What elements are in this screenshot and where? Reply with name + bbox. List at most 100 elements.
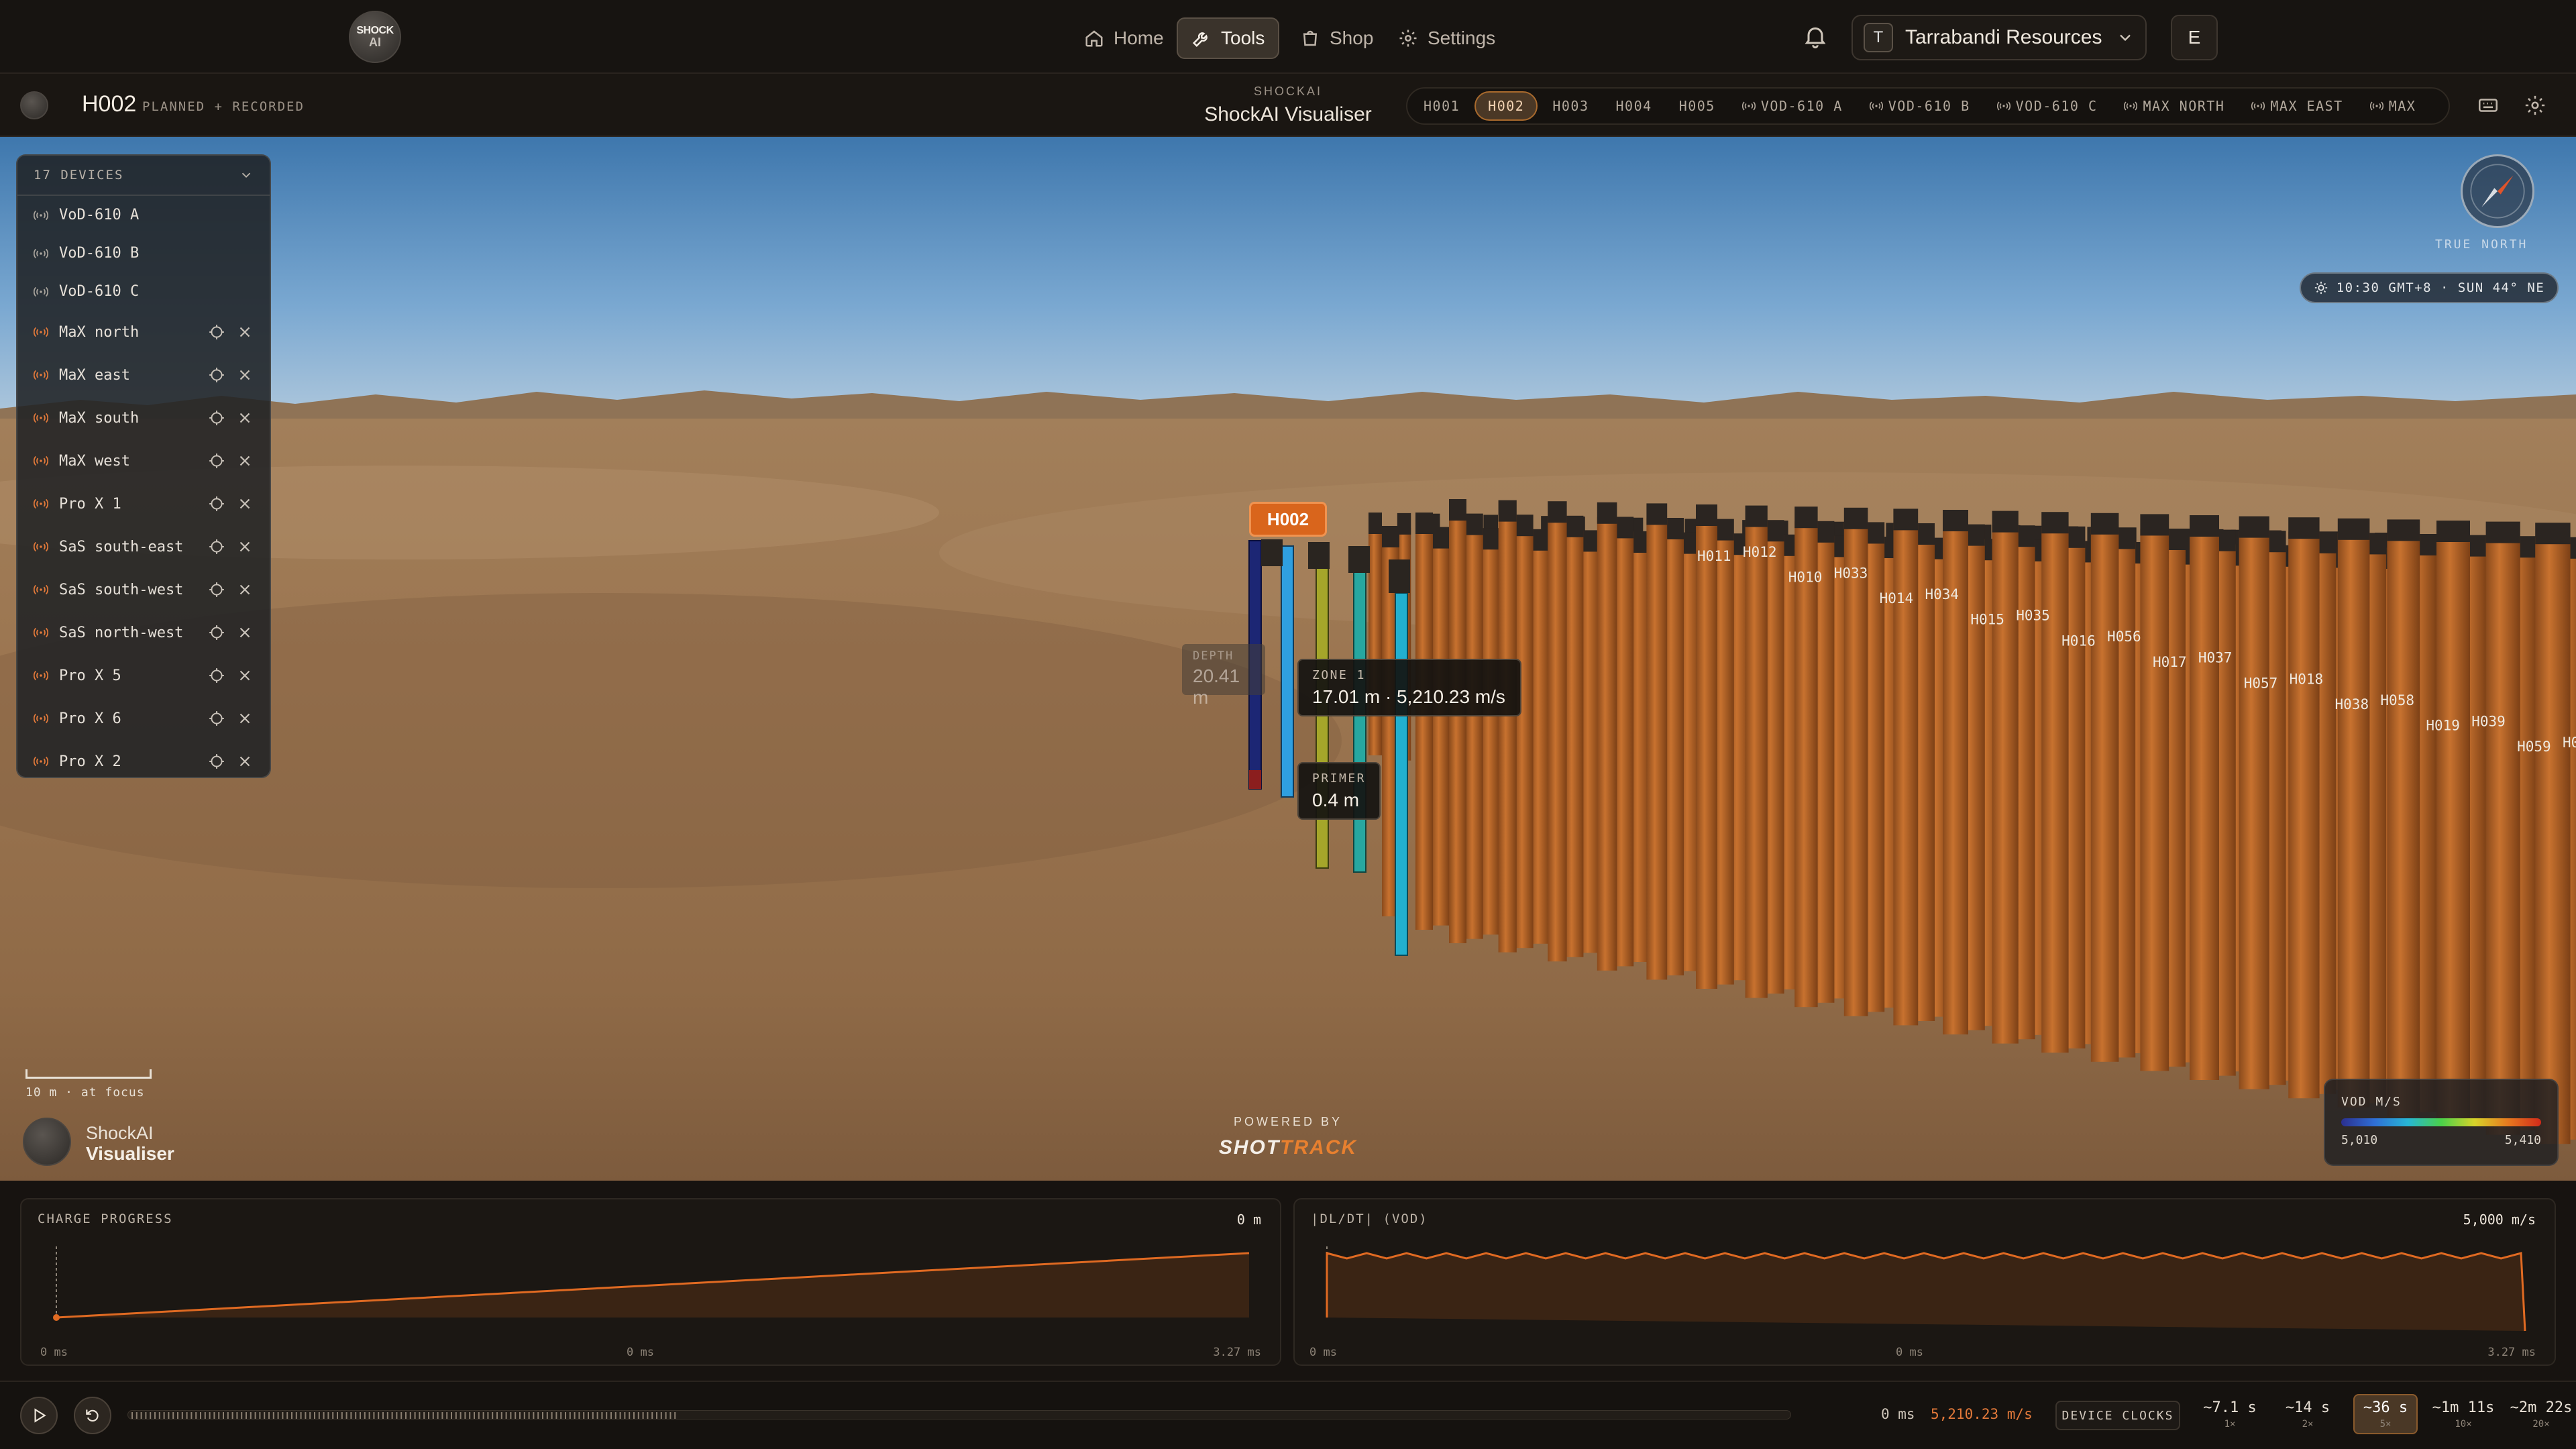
- blast-hole-pillar[interactable]: [2337, 533, 2370, 1108]
- device-row[interactable]: VoD-610 B: [17, 234, 270, 272]
- nav-home[interactable]: Home: [1071, 17, 1177, 59]
- blast-hole-pillar[interactable]: [1464, 528, 1483, 939]
- hole-tag[interactable]: H037: [2198, 650, 2233, 666]
- crosshair-icon[interactable]: [208, 538, 225, 555]
- speed-option[interactable]: ~7.1 s 1×: [2198, 1394, 2262, 1434]
- hole-tag[interactable]: H010: [1788, 570, 1823, 586]
- blast-hole-pillar[interactable]: [1794, 521, 1818, 1008]
- hole-tag[interactable]: H017: [2153, 654, 2187, 670]
- blast-hole-pillar[interactable]: [2041, 527, 2069, 1053]
- speed-option[interactable]: ~14 s 2×: [2275, 1394, 2340, 1434]
- device-row[interactable]: MaX west: [17, 439, 270, 482]
- device-tab-vod-610-b[interactable]: VOD-610 B: [1858, 91, 1982, 121]
- hole-tag[interactable]: H019: [2426, 718, 2460, 734]
- blast-hole-pillar[interactable]: [1431, 541, 1450, 926]
- device-tab-max-east[interactable]: MAX EAST: [2239, 91, 2355, 121]
- settings-gear-icon[interactable]: [2524, 94, 2546, 117]
- blast-hole-pillar[interactable]: [1368, 527, 1382, 755]
- device-tab-h001[interactable]: H001: [1411, 91, 1472, 121]
- nav-shop[interactable]: Shop: [1287, 17, 1387, 59]
- hole-tag[interactable]: H016: [2061, 633, 2096, 649]
- play-button[interactable]: [20, 1397, 58, 1434]
- close-icon[interactable]: [236, 753, 254, 770]
- hole-tag[interactable]: H014: [1880, 590, 1914, 606]
- organization-select[interactable]: T Tarrabandi Resources: [1851, 15, 2147, 60]
- shockai-logo[interactable]: SHOCK AI: [349, 11, 401, 63]
- device-tab-max-north[interactable]: MAX NORTH: [2112, 91, 2237, 121]
- device-row[interactable]: MaX east: [17, 354, 270, 396]
- device-row[interactable]: VoD-610 A: [17, 196, 270, 234]
- hole-tag[interactable]: H058: [2380, 692, 2414, 708]
- speed-option[interactable]: ~2m 22s 20×: [2509, 1394, 2573, 1434]
- blast-hole-pillar[interactable]: [1843, 522, 1868, 1016]
- compass-icon[interactable]: [2461, 154, 2534, 228]
- blast-hole-pillar[interactable]: [1548, 516, 1567, 962]
- device-row[interactable]: SaS south-east: [17, 525, 270, 568]
- bell-icon[interactable]: [1802, 23, 1829, 50]
- device-row[interactable]: MaX north: [17, 311, 270, 354]
- blast-hole-pillar[interactable]: [1646, 518, 1668, 980]
- charge-column-primer[interactable]: [1249, 770, 1261, 789]
- device-tab-h003[interactable]: H003: [1540, 91, 1601, 121]
- hole-tag[interactable]: H039: [2471, 713, 2506, 729]
- close-icon[interactable]: [236, 538, 254, 555]
- device-tab-h005[interactable]: H005: [1667, 91, 1727, 121]
- close-icon[interactable]: [236, 710, 254, 727]
- charge-column-cyan[interactable]: [1395, 592, 1408, 956]
- hole-tag[interactable]: H018: [2290, 671, 2324, 687]
- charge-progress-chart[interactable]: CHARGE PROGRESS 0 m 0 ms 0 ms 3.27 ms: [20, 1198, 1281, 1366]
- blast-hole-pillar[interactable]: [1514, 529, 1534, 949]
- hole-tag[interactable]: H012: [1743, 544, 1777, 560]
- blast-hole-pillar[interactable]: [2535, 537, 2571, 1144]
- speed-option[interactable]: ~1m 11s 10×: [2431, 1394, 2496, 1434]
- blast-hole-pillar[interactable]: [1481, 543, 1500, 935]
- blast-hole-pillar[interactable]: [1992, 525, 2019, 1044]
- true-north-label[interactable]: TRUE NORTH: [2435, 237, 2528, 252]
- charge-column-vod[interactable]: [1281, 545, 1294, 798]
- hole-tag[interactable]: H0: [2563, 735, 2576, 751]
- crosshair-icon[interactable]: [208, 495, 225, 513]
- hole-tag[interactable]: H035: [2016, 608, 2050, 624]
- close-icon[interactable]: [236, 452, 254, 470]
- device-row[interactable]: SaS north-west: [17, 611, 270, 654]
- crosshair-icon[interactable]: [208, 366, 225, 384]
- terrain-scene[interactable]: H011 H012 H010 H033 H014 H034 H015 H035 H016 H056…: [0, 137, 2576, 1181]
- hole-tag[interactable]: H057: [2244, 675, 2278, 691]
- user-avatar[interactable]: E: [2171, 15, 2218, 60]
- focused-hole-label[interactable]: H002: [1249, 502, 1327, 537]
- close-icon[interactable]: [236, 581, 254, 598]
- close-icon[interactable]: [236, 323, 254, 341]
- hole-tag[interactable]: H015: [1970, 612, 2004, 628]
- device-tab-vod-610-a[interactable]: VOD-610 A: [1730, 91, 1855, 121]
- crosshair-icon[interactable]: [208, 753, 225, 770]
- blast-hole-pillar[interactable]: [1498, 515, 1517, 953]
- timeline-scrubber[interactable]: [127, 1410, 1791, 1419]
- crosshair-icon[interactable]: [208, 452, 225, 470]
- nav-settings[interactable]: Settings: [1385, 17, 1509, 59]
- keyboard-icon[interactable]: [2477, 94, 2500, 117]
- device-row[interactable]: Pro X 2: [17, 740, 270, 777]
- close-icon[interactable]: [236, 667, 254, 684]
- speed-option[interactable]: ~36 s 5×: [2353, 1394, 2418, 1434]
- hole-tag[interactable]: H059: [2517, 739, 2551, 755]
- crosshair-icon[interactable]: [208, 710, 225, 727]
- crosshair-icon[interactable]: [208, 581, 225, 598]
- blast-hole-pillar[interactable]: [2090, 527, 2119, 1062]
- device-tab-h004[interactable]: H004: [1604, 91, 1664, 121]
- crosshair-icon[interactable]: [208, 624, 225, 641]
- blast-hole-pillar[interactable]: [2190, 530, 2219, 1080]
- blast-hole-pillar[interactable]: [1449, 514, 1466, 943]
- blast-hole-pillar[interactable]: [2387, 534, 2420, 1117]
- blast-hole-pillar[interactable]: [1597, 517, 1617, 971]
- hole-tag[interactable]: H038: [2335, 696, 2369, 712]
- close-icon[interactable]: [236, 366, 254, 384]
- 3d-viewport[interactable]: H011 H012 H010 H033 H014 H034 H015 H035 H016 H056…: [0, 137, 2576, 1181]
- blast-hole-pillar[interactable]: [2140, 529, 2169, 1071]
- blast-hole-pillar[interactable]: [2288, 532, 2320, 1099]
- device-clocks-button[interactable]: DEVICE CLOCKS: [2055, 1401, 2180, 1430]
- blast-hole-pillar[interactable]: [1696, 519, 1717, 989]
- close-icon[interactable]: [236, 409, 254, 427]
- sun-position-chip[interactable]: 10:30 GMT+8 · SUN 44° NE: [2300, 272, 2559, 303]
- device-row[interactable]: Pro X 5: [17, 654, 270, 697]
- device-row[interactable]: VoD-610 C: [17, 272, 270, 311]
